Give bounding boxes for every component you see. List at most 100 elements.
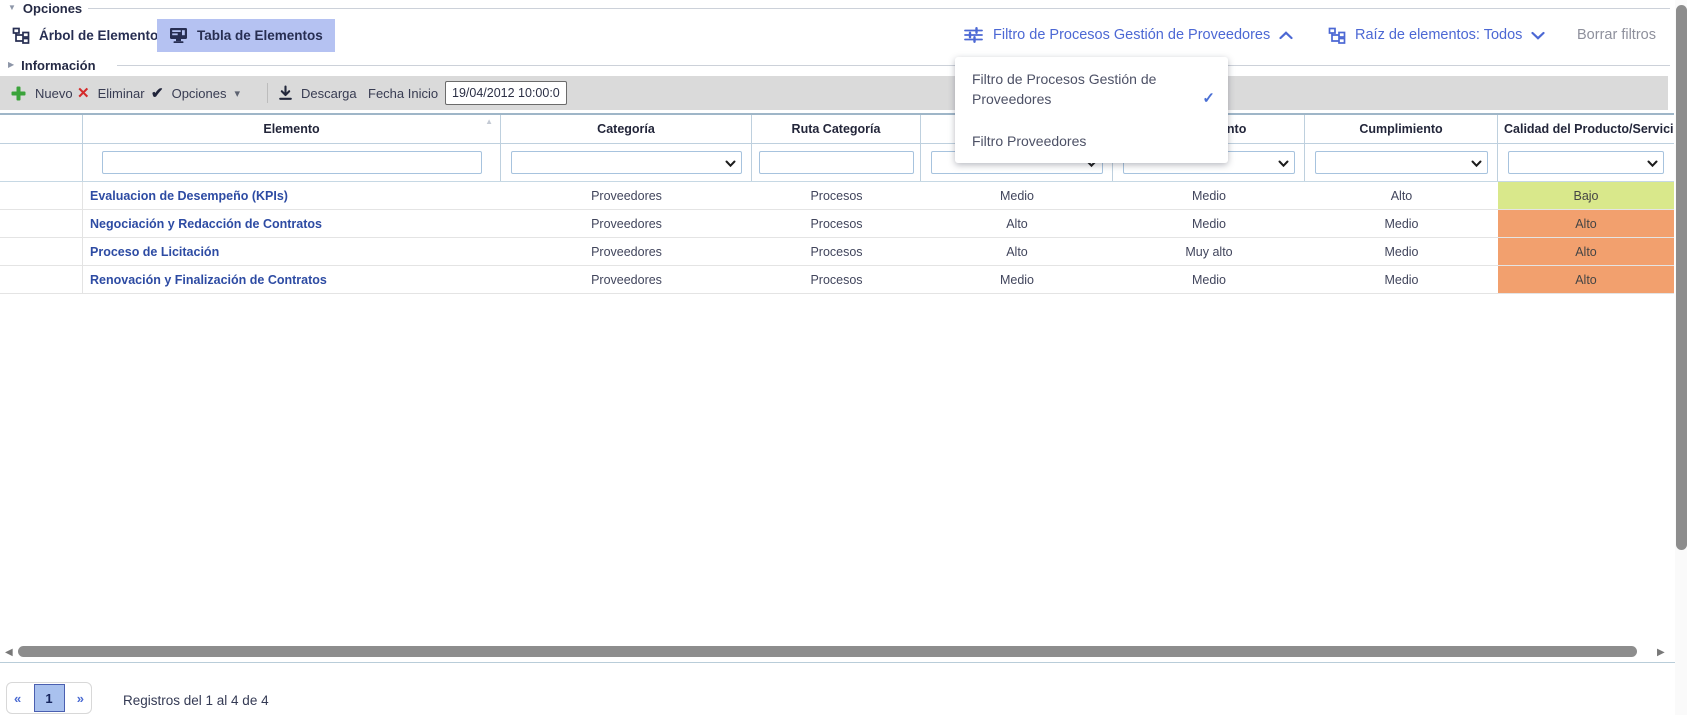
- table-body: Evaluacion de Desempeño (KPIs) Proveedore…: [0, 182, 1674, 294]
- column-header-ruta-categor-a[interactable]: Ruta Categoría: [752, 115, 921, 143]
- table-cell: Medio: [921, 266, 1113, 293]
- clear-filters-button[interactable]: Borrar filtros: [1577, 23, 1656, 47]
- x-delete-icon: ✕: [77, 84, 90, 102]
- tab-label: Árbol de Elementos: [39, 28, 166, 43]
- previous-page-button[interactable]: «: [14, 691, 21, 706]
- element-link[interactable]: Proceso de Licitación: [90, 245, 219, 259]
- table-cell: Medio: [1305, 266, 1498, 293]
- monitor-icon: [169, 27, 188, 44]
- column-header-cumplimiento[interactable]: Cumplimiento: [1305, 115, 1498, 143]
- scroll-left-arrow-icon[interactable]: ◀: [5, 647, 13, 658]
- opciones-section-toggle[interactable]: ▼ Opciones: [8, 0, 82, 16]
- bottom-divider: [0, 662, 1687, 663]
- chevron-up-icon: [1279, 31, 1293, 40]
- records-summary: Registros del 1 al 4 de 4: [123, 693, 269, 708]
- table-row: Proceso de LicitaciónProveedoresProcesos…: [0, 238, 1674, 266]
- table-cell: Medio: [1305, 238, 1498, 265]
- table-cell: Medio: [921, 182, 1113, 209]
- element-link[interactable]: Renovación y Finalización de Contratos: [90, 273, 327, 287]
- filter-cell-6: [1305, 144, 1498, 181]
- table-cell: Alto: [921, 210, 1113, 237]
- tab-tabla-de-elementos[interactable]: Tabla de Elementos: [157, 19, 335, 52]
- column-header-label: Elemento: [263, 122, 319, 136]
- collapse-down-icon: ▼: [8, 4, 16, 12]
- table-row: Negociación y Redacción de Contratos Prov…: [0, 210, 1674, 238]
- opciones-section-title: Opciones: [23, 1, 82, 16]
- informacion-section-title: Información: [21, 58, 95, 73]
- quality-cell: Bajo: [1498, 182, 1674, 209]
- filter-cell-3: [752, 144, 921, 181]
- table-cell: Medio: [1113, 210, 1305, 237]
- table-cell: Proveedores: [501, 210, 752, 237]
- filter-select-cumplimiento[interactable]: [1315, 151, 1488, 174]
- column-header-calidad-del-producto-servicio[interactable]: Calidad del Producto/Servicio: [1498, 115, 1674, 143]
- current-page-button[interactable]: 1: [34, 684, 65, 712]
- caret-down-icon: ▾: [235, 87, 241, 100]
- table-cell: [0, 210, 83, 237]
- new-button[interactable]: Nuevo: [10, 76, 73, 110]
- informacion-divider: [117, 65, 1670, 66]
- filter-input-elemento[interactable]: [102, 151, 482, 174]
- start-date-input[interactable]: [445, 81, 567, 105]
- table-cell: Procesos: [752, 210, 921, 237]
- filter-input-ruta-categor-a[interactable]: [759, 151, 914, 174]
- options-button-label: Opciones: [172, 86, 227, 101]
- filter-select-categor-a[interactable]: [511, 151, 742, 174]
- filter-select-calidad-del-producto-servicio[interactable]: [1508, 151, 1664, 174]
- tree-icon: [12, 27, 30, 44]
- element-link[interactable]: Evaluacion de Desempeño (KPIs): [90, 189, 288, 203]
- menu-item-label: Filtro de Procesos Gestión de Proveedore…: [972, 71, 1156, 107]
- process-filter-menu: Filtro de Procesos Gestión de Proveedore…: [955, 57, 1228, 163]
- tab-arbol-de-elementos[interactable]: Árbol de Elementos: [0, 19, 178, 52]
- filter-cell-1: [83, 144, 501, 181]
- process-filter-dropdown-button[interactable]: Filtro de Procesos Gestión de Proveedore…: [963, 23, 1293, 47]
- filter-cell-0: [0, 144, 83, 181]
- filter-sliders-icon: [963, 26, 984, 44]
- table-cell: Proveedores: [501, 266, 752, 293]
- horizontal-scrollbar-thumb[interactable]: [18, 646, 1637, 657]
- element-link[interactable]: Negociación y Redacción de Contratos: [90, 217, 322, 231]
- column-header-label: Calidad del Producto/Servicio: [1504, 122, 1674, 136]
- table-cell: [0, 238, 83, 265]
- table-row: Evaluacion de Desempeño (KPIs)Proveedore…: [0, 182, 1674, 210]
- table-cell: Medio: [1305, 210, 1498, 237]
- table-cell: Alto: [921, 238, 1113, 265]
- start-date-group: Fecha Inicio: [368, 76, 438, 110]
- root-elements-label: Raíz de elementos: Todos: [1355, 27, 1522, 43]
- toolbar: Nuevo ✕ Eliminar ✔ Opciones ▾ Descarga F…: [0, 76, 1668, 110]
- quality-cell: Alto: [1498, 266, 1674, 293]
- download-button[interactable]: Descarga: [278, 76, 357, 110]
- table-cell: [0, 182, 83, 209]
- root-elements-dropdown-button[interactable]: Raíz de elementos: Todos: [1328, 23, 1545, 47]
- quality-cell: Alto: [1498, 210, 1674, 237]
- table-cell: Procesos: [752, 266, 921, 293]
- vertical-scrollbar-thumb[interactable]: [1676, 5, 1687, 550]
- options-menu-button[interactable]: ✔ Opciones ▾: [151, 76, 240, 110]
- plus-icon: [10, 85, 27, 102]
- column-header-label: Categoría: [597, 122, 655, 136]
- element-name-cell: Proceso de Licitación: [83, 238, 501, 265]
- column-header-elemento[interactable]: Elemento ▲: [83, 115, 501, 143]
- element-name-cell: Renovación y Finalización de Contratos: [83, 266, 501, 293]
- next-page-button[interactable]: »: [77, 691, 84, 706]
- menu-item-filtro-de-procesos-gesti-n-de-proveedores[interactable]: Filtro de Procesos Gestión de Proveedore…: [955, 63, 1228, 109]
- start-date-label: Fecha Inicio: [368, 86, 438, 101]
- collapse-right-icon: ▶: [8, 61, 14, 69]
- column-header-categor-a[interactable]: Categoría: [501, 115, 752, 143]
- column-header-0[interactable]: [0, 115, 83, 143]
- scroll-right-arrow-icon[interactable]: ▶: [1657, 647, 1665, 658]
- informacion-section-toggle[interactable]: ▶ Información: [8, 57, 96, 73]
- element-name-cell: Negociación y Redacción de Contratos: [83, 210, 501, 237]
- pagination: « 1 »: [6, 682, 92, 714]
- table-header-row: Elemento▲CategoríaRuta CategoríaRendimie…: [0, 115, 1674, 144]
- app-root: ▼ Opciones Árbol de Elementos T: [0, 0, 1687, 715]
- sort-ascending-icon[interactable]: ▲: [485, 117, 493, 126]
- elements-table: Elemento▲CategoríaRuta CategoríaRendimie…: [0, 113, 1674, 294]
- table-cell: Muy alto: [1113, 238, 1305, 265]
- menu-item-filtro-proveedores[interactable]: Filtro Proveedores: [955, 109, 1228, 151]
- clear-filters-label: Borrar filtros: [1577, 27, 1656, 43]
- table-cell: Medio: [1113, 182, 1305, 209]
- tree-icon: [1328, 27, 1346, 44]
- chevron-down-icon: [1531, 31, 1545, 40]
- delete-button[interactable]: ✕ Eliminar: [77, 76, 145, 110]
